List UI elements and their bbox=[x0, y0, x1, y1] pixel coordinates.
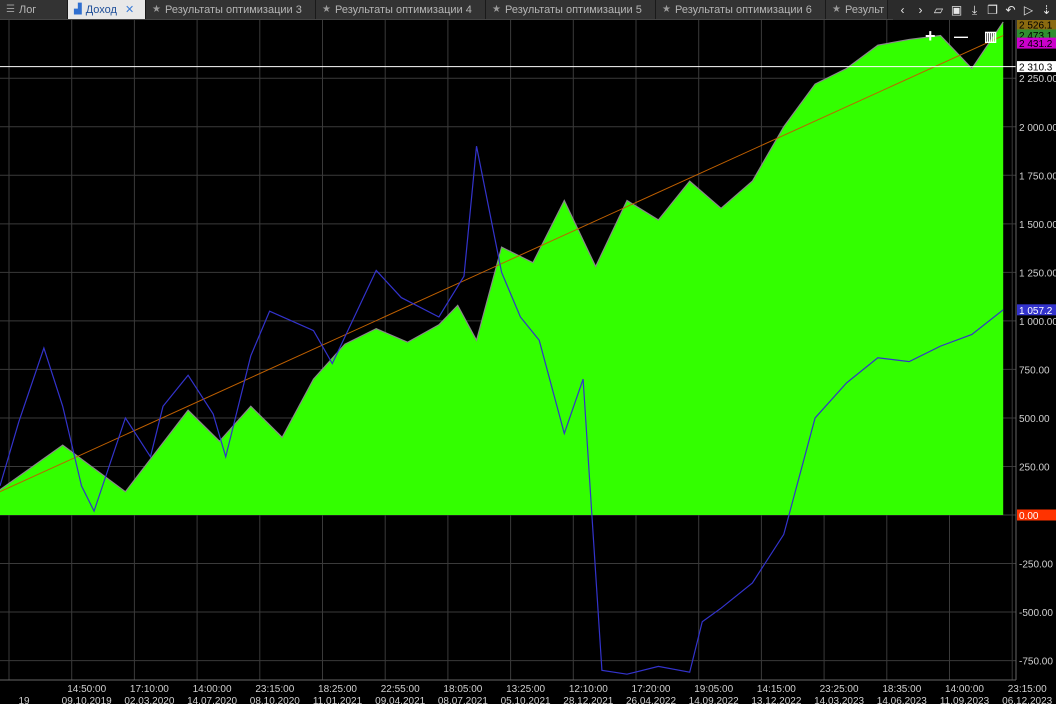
tab-1[interactable]: ▟ Доход ✕ bbox=[68, 0, 146, 19]
tab-label: Результаты оптимизации 6 bbox=[674, 3, 812, 16]
chevron-right-icon[interactable]: › bbox=[913, 2, 928, 18]
equity-chart: 2 250.00 2 000.00 1 750.00 1 500.00 1 250.00… bbox=[0, 20, 1056, 704]
tab-label: Результаты оптимизации 4 bbox=[334, 3, 472, 16]
folder-open-icon[interactable]: ▱ bbox=[931, 2, 946, 18]
y-tick-label: 2 000.00 bbox=[1019, 123, 1056, 134]
copy-icon[interactable]: ❐ bbox=[985, 2, 1000, 18]
x-tick-time: 19:05:00 bbox=[694, 684, 733, 695]
price-tag: 2 310.3 bbox=[1017, 61, 1056, 74]
equity-area bbox=[0, 21, 1004, 516]
price-tag-label: 0.00 bbox=[1019, 511, 1039, 522]
tab-0[interactable]: ☰ Лог bbox=[0, 0, 68, 19]
star-icon: ★ bbox=[662, 4, 671, 15]
tab-label: Результаты оптимизации 3 bbox=[164, 3, 302, 16]
chart-toolbar: ‹ › ▱ ▣ ⤓ ❐ ↶ ▷ ⇣ bbox=[893, 0, 1056, 20]
star-icon: ★ bbox=[832, 4, 841, 15]
x-tick-date: 13.12.2022 bbox=[751, 696, 801, 704]
x-tick-date: 06.12.2023 bbox=[1002, 696, 1052, 704]
x-tick-date: 08.07.2021 bbox=[438, 696, 488, 704]
x-tick-date: 08.10.2020 bbox=[250, 696, 300, 704]
x-tick-time: 14:00:00 bbox=[193, 684, 232, 695]
x-tick-date: 09.04.2021 bbox=[375, 696, 425, 704]
y-tick-label: 250.00 bbox=[1019, 462, 1050, 473]
y-tick-label: 500.00 bbox=[1019, 414, 1050, 425]
tab-label: Лог bbox=[18, 3, 37, 16]
x-tick-date: 14.07.2020 bbox=[187, 696, 237, 704]
tab-5[interactable]: ★ Результаты оптимизации 6 bbox=[656, 0, 826, 19]
list-icon: ☰ bbox=[6, 4, 15, 15]
x-tick-date: 14.06.2023 bbox=[877, 696, 927, 704]
save-icon[interactable]: ▣ bbox=[949, 2, 964, 18]
x-tick-time: 22:55:00 bbox=[381, 684, 420, 695]
tab-3[interactable]: ★ Результаты оптимизации 4 bbox=[316, 0, 486, 19]
y-tick-label: -250.00 bbox=[1019, 560, 1053, 571]
y-tick-label: 1 750.00 bbox=[1019, 171, 1056, 182]
tab-label: Результаты оптимизации 5 bbox=[504, 3, 642, 16]
x-tick-time: 18:05:00 bbox=[443, 684, 482, 695]
x-tick-date: 02.03.2020 bbox=[124, 696, 174, 704]
chevron-left-icon[interactable]: ‹ bbox=[895, 2, 910, 18]
y-tick-label: -500.00 bbox=[1019, 608, 1053, 619]
zoom-out-icon[interactable]: — bbox=[954, 27, 968, 45]
x-tick-date: 14.09.2022 bbox=[689, 696, 739, 704]
x-tick-date: 11.01.2021 bbox=[313, 696, 363, 704]
x-tick-date: 14.03.2023 bbox=[814, 696, 864, 704]
y-tick-label: 1 500.00 bbox=[1019, 220, 1056, 231]
y-tick-label: -750.00 bbox=[1019, 657, 1053, 668]
arrow-down-icon[interactable]: ⇣ bbox=[1039, 2, 1054, 18]
x-tick-time: 23:15:00 bbox=[1008, 684, 1047, 695]
undo-icon[interactable]: ↶ bbox=[1003, 2, 1018, 18]
x-tick-time: 18:25:00 bbox=[318, 684, 357, 695]
x-tick-time: 14:00:00 bbox=[945, 684, 984, 695]
price-tag: 1 057.2 bbox=[1017, 304, 1056, 317]
x-tick-time: 23:25:00 bbox=[820, 684, 859, 695]
y-tick-label: 750.00 bbox=[1019, 365, 1050, 376]
x-tick-date: 26.04.2022 bbox=[626, 696, 676, 704]
star-icon: ★ bbox=[152, 4, 161, 15]
play-icon[interactable]: ▷ bbox=[1021, 2, 1036, 18]
tab-label: Результ bbox=[844, 3, 885, 16]
x-tick-time: 23:15:00 bbox=[255, 684, 294, 695]
star-icon: ★ bbox=[492, 4, 501, 15]
x-tick-time: 12:10:00 bbox=[569, 684, 608, 695]
y-tick-label: 1 000.00 bbox=[1019, 317, 1056, 328]
x-tick-date: 05.10.2021 bbox=[501, 696, 551, 704]
download-icon[interactable]: ⤓ bbox=[967, 2, 982, 18]
x-tick-time: 17:20:00 bbox=[632, 684, 671, 695]
x-tick-time: 17:10:00 bbox=[130, 684, 169, 695]
price-tag: 2 431.2 bbox=[1017, 37, 1056, 50]
tab-6[interactable]: ★ Результ bbox=[826, 0, 888, 19]
x-tick-time: 13:25:00 bbox=[506, 684, 545, 695]
x-tick-date: 09.10.2019 bbox=[62, 696, 112, 704]
price-tag-label: 2 310.3 bbox=[1019, 63, 1053, 74]
price-tag-label: 2 431.2 bbox=[1019, 39, 1053, 50]
x-tick-date: 28.12.2021 bbox=[563, 696, 613, 704]
tab-2[interactable]: ★ Результаты оптимизации 3 bbox=[146, 0, 316, 19]
x-tick-time: 14:15:00 bbox=[757, 684, 796, 695]
tab-4[interactable]: ★ Результаты оптимизации 5 bbox=[486, 0, 656, 19]
star-icon: ★ bbox=[322, 4, 331, 15]
price-tag: 0.00 bbox=[1017, 509, 1056, 522]
y-tick-label: 2 250.00 bbox=[1019, 74, 1056, 85]
tab-label: Доход bbox=[85, 3, 117, 16]
y-tick-label: 1 250.00 bbox=[1019, 268, 1056, 279]
chart-icon: ▟ bbox=[74, 4, 82, 15]
zoom-fit-icon[interactable]: ▥ bbox=[984, 27, 997, 45]
x-tick-time: 18:35:00 bbox=[882, 684, 921, 695]
x-tick-date: 19 bbox=[18, 696, 30, 704]
zoom-in-icon[interactable]: + bbox=[925, 27, 936, 45]
price-tag-label: 1 057.2 bbox=[1019, 306, 1053, 317]
close-icon[interactable]: ✕ bbox=[125, 3, 134, 16]
x-tick-date: 11.09.2023 bbox=[940, 696, 990, 704]
x-tick-time: 14:50:00 bbox=[67, 684, 106, 695]
